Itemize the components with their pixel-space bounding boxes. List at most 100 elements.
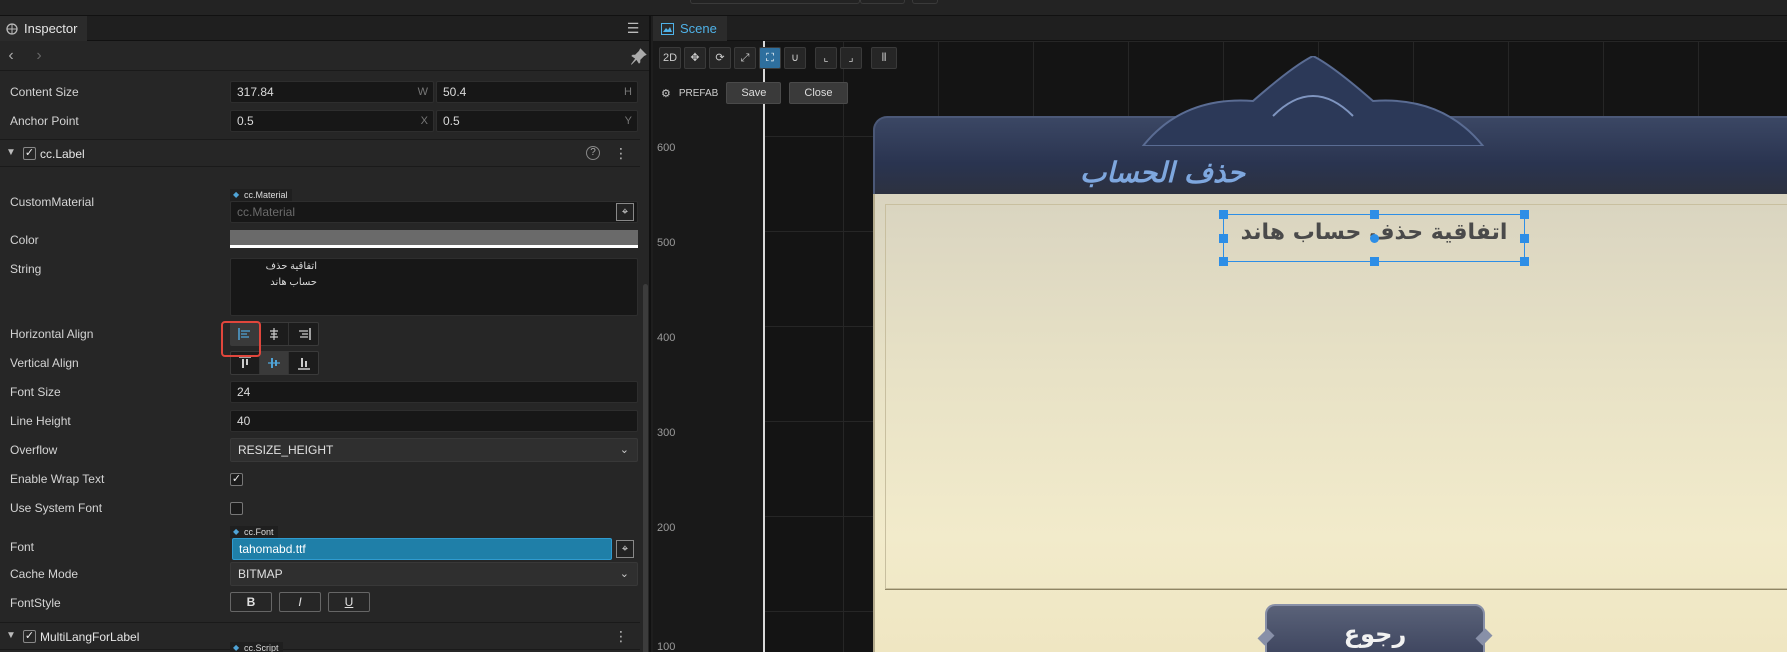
string-label: String <box>10 262 42 276</box>
align-anchor-icon[interactable]: ⌞ <box>815 47 837 69</box>
content-size-height-value: 50.4 <box>443 85 467 99</box>
pick-font-icon[interactable]: ⌖ <box>616 540 634 558</box>
more-options-icon[interactable]: ⋮ <box>614 145 628 162</box>
help-icon[interactable]: ? <box>586 146 600 160</box>
inspector-nav: ‹ › <box>0 41 649 71</box>
use-system-font-checkbox[interactable] <box>230 502 243 515</box>
material-type-tag: cc.Material <box>230 189 292 201</box>
prefab-icon: ⚙ <box>661 87 671 100</box>
resize-handle[interactable] <box>1219 234 1228 243</box>
overflow-select[interactable]: RESIZE_HEIGHT ⌄ <box>230 438 638 462</box>
horizontal-align-row: Horizontal Align <box>0 321 640 347</box>
inspector-icon <box>6 22 18 35</box>
color-row: Color <box>0 227 640 253</box>
scale-icon[interactable]: ⤢ <box>734 47 756 69</box>
cache-mode-row: Cache Mode BITMAP ⌄ <box>0 561 640 587</box>
line-height-input[interactable]: 40 <box>230 410 638 432</box>
anchor-x-input[interactable]: 0.5 X <box>230 110 434 132</box>
custom-material-value: cc.Material <box>237 205 296 219</box>
resize-handle[interactable] <box>1370 257 1379 266</box>
tab-inspector[interactable]: Inspector <box>0 16 88 41</box>
chevron-down-icon: ⌄ <box>619 568 629 580</box>
align-pivot-icon[interactable]: ⌟ <box>840 47 862 69</box>
script-type-tag: cc.Script <box>230 642 283 652</box>
font-row: Font cc.Font tahomabd.ttf ⌖ <box>0 522 640 562</box>
cc-label-section-header[interactable]: ▼ ✓ cc.Label ? ⋮ <box>0 139 640 167</box>
font-asset-field[interactable]: tahomabd.ttf <box>232 538 612 560</box>
prefab-label: PREFAB <box>678 87 719 99</box>
custom-material-field[interactable]: cc.Material <box>230 201 638 223</box>
dialog-body <box>873 194 1787 652</box>
resize-handle[interactable] <box>1219 257 1228 266</box>
label-enabled-checkbox[interactable]: ✓ <box>23 147 36 160</box>
content-size-height-input[interactable]: 50.4 H <box>436 81 638 103</box>
toolbar-ghost-button[interactable] <box>690 0 860 4</box>
resize-handle[interactable] <box>1520 210 1529 219</box>
inspector-scrollbar[interactable] <box>643 284 648 652</box>
underline-button[interactable]: U <box>328 592 370 612</box>
bold-button[interactable]: B <box>230 592 272 612</box>
snap-icon[interactable]: ∪ <box>784 47 806 69</box>
align-middle-button[interactable] <box>260 352 289 374</box>
dialog-artwork[interactable]: حذف الحساب اتفاقية حذف حساب هاند رجوع <box>873 56 1787 652</box>
anchor-point-row: Anchor Point 0.5 X 0.5 Y <box>0 108 640 134</box>
line-height-row: Line Height 40 <box>0 408 640 434</box>
toolbar-ghost-button[interactable] <box>912 0 938 4</box>
toolbar-ghost-button[interactable] <box>860 0 905 4</box>
color-swatch[interactable] <box>230 230 638 248</box>
anchor-y-input[interactable]: 0.5 Y <box>436 110 638 132</box>
content-size-width-input[interactable]: 317.84 W <box>230 81 434 103</box>
mode-2d-button[interactable]: 2D <box>659 47 681 69</box>
rect-icon[interactable]: ⛶ <box>759 47 781 69</box>
dialog-title: حذف الحساب <box>1079 156 1246 189</box>
forward-arrow-icon[interactable]: › <box>30 47 48 65</box>
enable-wrap-text-checkbox[interactable]: ✓ <box>230 473 243 486</box>
overflow-label: Overflow <box>10 443 58 457</box>
collapse-arrow-icon[interactable]: ▼ <box>6 630 16 641</box>
cache-mode-select[interactable]: BITMAP ⌄ <box>230 562 638 586</box>
resize-handle[interactable] <box>1520 257 1529 266</box>
align-right-button[interactable] <box>289 323 318 345</box>
ruler-tick: 300 <box>657 427 676 439</box>
top-toolbar-strip <box>0 0 1787 16</box>
back-arrow-icon[interactable]: ‹ <box>2 47 20 65</box>
resize-handle[interactable] <box>1219 210 1228 219</box>
chevron-down-icon: ⌄ <box>619 444 629 456</box>
color-label: Color <box>10 233 39 247</box>
tab-scene[interactable]: Scene <box>653 16 727 41</box>
font-style-row: FontStyle B I U <box>0 590 640 616</box>
move-icon[interactable]: ✥ <box>684 47 706 69</box>
align-top-icon <box>239 356 251 368</box>
enable-wrap-text-label: Enable Wrap Text <box>10 472 105 486</box>
align-center-button[interactable] <box>260 323 289 345</box>
hamburger-menu-icon[interactable]: ☰ <box>625 21 641 35</box>
prefab-bar: ⚙ PREFAB Save Close <box>661 82 848 104</box>
resize-handle[interactable] <box>1520 234 1529 243</box>
anchor-handle[interactable] <box>1370 234 1379 243</box>
font-size-input[interactable]: 24 <box>230 381 638 403</box>
align-bottom-button[interactable] <box>289 352 318 374</box>
vertical-guide-line <box>763 41 765 652</box>
prefab-save-button[interactable]: Save <box>726 82 782 104</box>
distribute-icon[interactable]: ⫴ <box>871 47 897 69</box>
width-unit-label: W <box>417 86 428 98</box>
rotate-icon[interactable]: ⟳ <box>709 47 731 69</box>
pick-asset-icon[interactable]: ⌖ <box>616 203 634 221</box>
resize-handle[interactable] <box>1370 210 1379 219</box>
x-unit-label: X <box>420 115 428 127</box>
collapse-arrow-icon[interactable]: ▼ <box>6 147 16 158</box>
selection-box[interactable] <box>1219 210 1529 266</box>
back-button[interactable]: رجوع <box>1257 604 1493 652</box>
more-options-icon[interactable]: ⋮ <box>614 628 628 645</box>
label-component-title: cc.Label <box>40 147 85 161</box>
multilang-section-header[interactable]: ▼ ✓ MultiLangForLabel ⋮ <box>0 622 640 650</box>
multilang-enabled-checkbox[interactable]: ✓ <box>23 630 36 643</box>
prefab-close-button[interactable]: Close <box>789 82 848 104</box>
font-size-value: 24 <box>237 385 251 399</box>
pin-icon[interactable] <box>630 47 648 65</box>
string-textarea[interactable]: اتفاقية حذف حساب هاند <box>230 258 638 316</box>
scene-icon <box>661 22 674 35</box>
string-value: اتفاقية حذف حساب هاند <box>265 261 317 288</box>
tab-inspector-label: Inspector <box>24 21 78 36</box>
italic-button[interactable]: I <box>279 592 321 612</box>
